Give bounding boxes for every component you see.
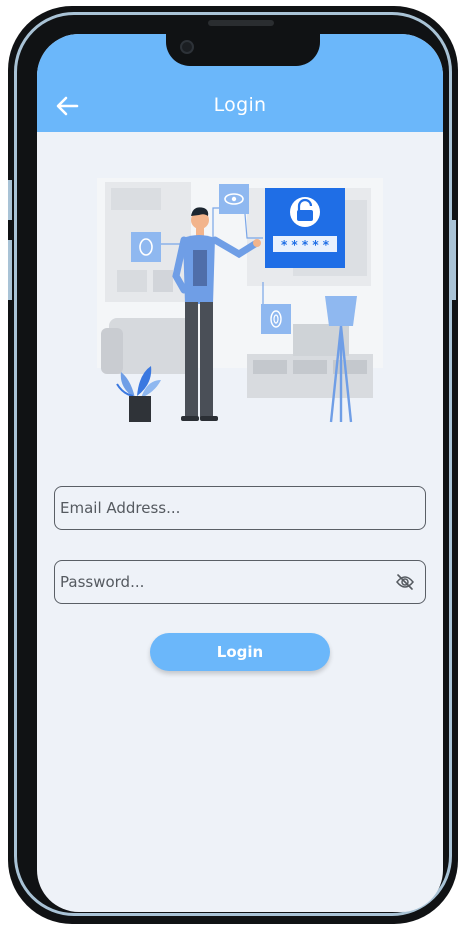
fingerprint-icon [261, 304, 291, 334]
phone-speaker [208, 20, 274, 26]
email-placeholder: Email Address... [60, 499, 181, 517]
page-title: Login [213, 94, 267, 116]
eye-icon [219, 184, 249, 214]
camera-icon [180, 40, 194, 54]
email-field[interactable]: Email Address... [54, 486, 426, 530]
phone-side-button [8, 180, 12, 220]
phone-side-button [452, 220, 456, 300]
login-illustration: * * * * * [97, 178, 383, 423]
face-scan-icon [131, 232, 161, 262]
password-mask: * * * * * [281, 238, 330, 252]
eye-off-icon[interactable] [395, 573, 415, 591]
password-field[interactable]: Password... [54, 560, 426, 604]
app-screen: Login * * * * * Email Address... Passwor… [37, 34, 443, 912]
login-button[interactable]: Login [150, 633, 330, 671]
password-placeholder: Password... [60, 573, 145, 591]
plant-icon [116, 366, 161, 422]
padlock-icon [290, 197, 320, 227]
phone-side-button [8, 240, 12, 300]
